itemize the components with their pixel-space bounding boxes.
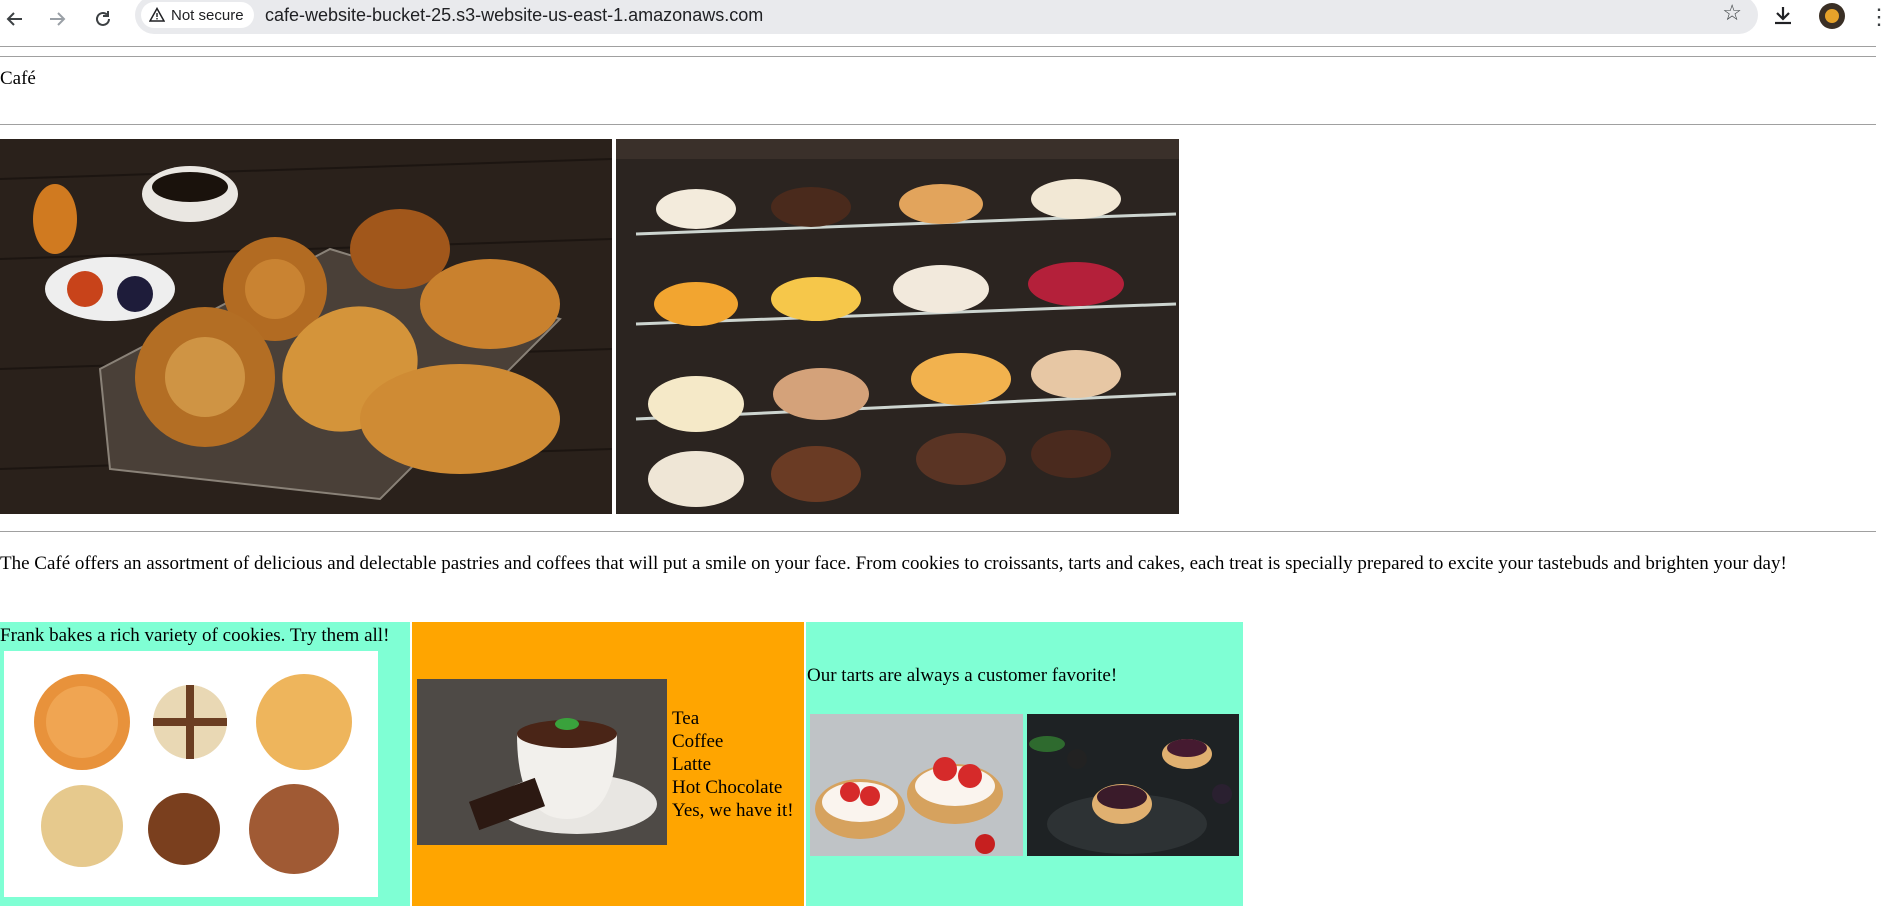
security-label: Not secure xyxy=(171,6,244,24)
header-divider xyxy=(0,56,1876,57)
drink-item: Coffee xyxy=(672,731,724,752)
forward-arrow-icon[interactable] xyxy=(42,4,72,34)
drinks-list: Tea Coffee Latte Hot Chocolate Yes, we h… xyxy=(672,707,794,822)
page-title: Café xyxy=(0,68,36,89)
cookies-text: Frank bakes a rich variety of cookies. T… xyxy=(0,625,390,646)
top-rule xyxy=(0,46,1876,47)
tarts-text: Our tarts are always a customer favorite… xyxy=(807,665,1118,686)
intro-paragraph: The Café offers an assortment of delicio… xyxy=(0,553,1787,574)
browser-toolbar: Not secure cafe-website-bucket-25.s3-web… xyxy=(0,0,1882,40)
cookies-image xyxy=(4,651,378,897)
back-arrow-icon[interactable] xyxy=(0,4,30,34)
drink-item: Tea xyxy=(672,708,700,729)
berry-tarts-image xyxy=(1027,714,1239,856)
more-vert-icon[interactable]: ⋮ xyxy=(1868,4,1882,30)
warning-icon xyxy=(149,7,165,22)
download-icon[interactable] xyxy=(1771,4,1795,33)
avatar[interactable] xyxy=(1819,3,1845,29)
url-text[interactable]: cafe-website-bucket-25.s3-website-us-eas… xyxy=(265,5,763,26)
strawberry-tarts-image xyxy=(810,714,1023,856)
tarts-cell: Our tarts are always a customer favorite… xyxy=(806,622,1243,906)
drinks-cell: Tea Coffee Latte Hot Chocolate Yes, we h… xyxy=(412,622,804,906)
address-bar[interactable]: Not secure cafe-website-bucket-25.s3-web… xyxy=(135,0,1758,34)
drink-item: Hot Chocolate xyxy=(672,777,783,798)
intro-divider xyxy=(0,531,1876,532)
drink-item: Yes, we have it! xyxy=(672,800,794,821)
star-icon[interactable]: ☆ xyxy=(1722,0,1742,26)
hot-chocolate-image xyxy=(417,679,667,845)
cakes-display-image xyxy=(616,139,1179,514)
pastries-image xyxy=(0,139,612,514)
reload-icon[interactable] xyxy=(88,4,118,34)
security-chip[interactable]: Not secure xyxy=(141,2,254,28)
cookies-cell: Frank bakes a rich variety of cookies. T… xyxy=(0,622,410,906)
drink-item: Latte xyxy=(672,754,712,775)
title-divider xyxy=(0,124,1876,125)
